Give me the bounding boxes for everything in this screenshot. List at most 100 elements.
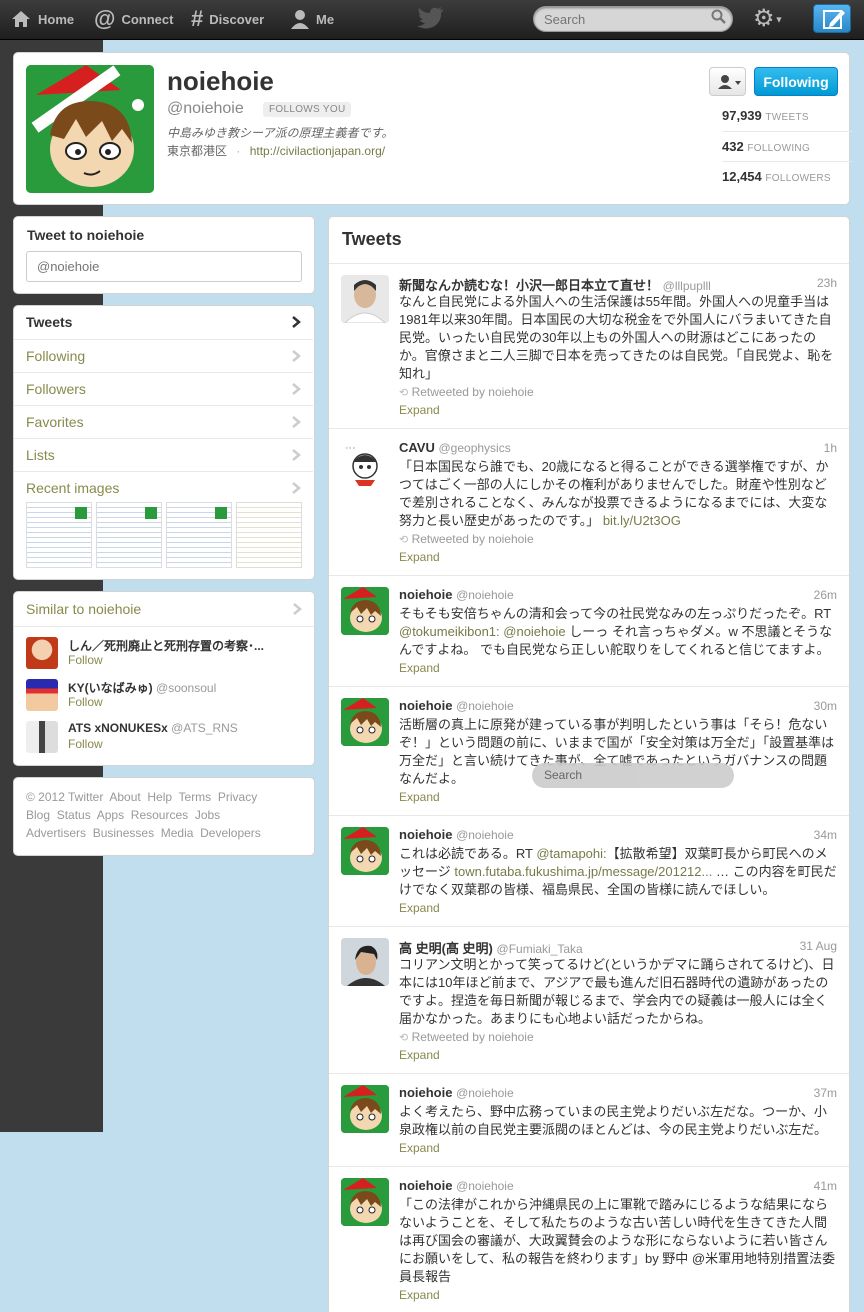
settings-menu[interactable]: ⚙▼ [753,5,793,33]
tweet[interactable]: ◦◦◦ CAVU @geophysics 1h 「日本国民なら誰でも、20歳にな… [329,428,849,575]
similar-title[interactable]: Similar to noiehoie [26,601,141,617]
recent-image-thumb[interactable] [236,502,302,568]
tweet-avatar[interactable] [341,1178,389,1226]
tweet-author[interactable]: 高 史明(髙 史明) @Fumiaki_Taka [399,938,583,957]
recent-image-thumb[interactable] [96,502,162,568]
tweet-to-input[interactable] [26,251,302,282]
similar-avatar[interactable] [26,637,58,669]
tweet-author[interactable]: noiehoie @noiehoie [399,1085,514,1100]
stat-following[interactable]: 432 FOLLOWING [722,139,852,154]
tweet-link[interactable]: bit.ly/U2t3OG [603,513,681,528]
stat-followers[interactable]: 12,454 FOLLOWERS [722,169,852,184]
similar-follow-link[interactable]: Follow [68,695,103,709]
tweet-avatar[interactable] [341,587,389,635]
expand-link[interactable]: Expand [399,550,440,564]
footer-link[interactable]: Status [57,808,91,822]
tweet[interactable]: noiehoie @noiehoie 26m そもそも安倍ちゃんの清和会って今の… [329,575,849,686]
tweet-time[interactable]: 26m [814,588,837,602]
magnifier-icon[interactable] [711,9,727,25]
footer-link[interactable]: Apps [97,808,124,822]
similar-follow-link[interactable]: Follow [68,653,103,667]
footer-link[interactable]: Media [161,826,194,840]
tweet-mention[interactable]: @noiehoie [503,624,565,639]
profile-url[interactable]: http://civilactionjapan.org/ [250,144,385,158]
tweet-author[interactable]: noiehoie @noiehoie [399,1178,514,1193]
hash-icon: # [191,6,204,31]
tweet-mention[interactable]: @tokumeikibon1: [399,624,500,639]
expand-link[interactable]: Expand [399,901,440,915]
footer-link[interactable]: Developers [200,826,261,840]
tweet[interactable]: noiehoie @noiehoie 34m これは必読である。RT @tama… [329,815,849,926]
tweet-author-name: noiehoie [399,587,453,602]
tweet-author[interactable]: noiehoie @noiehoie [399,827,514,842]
nav-home[interactable]: Home [10,0,74,38]
tweet[interactable]: 新聞なんか読むな！小沢一郎日本立て直せ！ @lllpuplll 23h なんと自… [329,263,849,428]
nav-tweets[interactable]: Tweets [14,306,313,339]
search-input[interactable] [533,6,733,32]
tweet-avatar[interactable] [341,827,389,875]
tweet[interactable]: noiehoie @noiehoie 30m 活断層の真上に原発が建っている事が… [329,686,849,815]
nav-followers[interactable]: Followers [14,372,313,405]
tweet-avatar[interactable] [341,938,389,986]
profile-avatar[interactable] [26,65,154,193]
nav-lists[interactable]: Lists [14,438,313,471]
tweet-author[interactable]: noiehoie @noiehoie [399,587,514,602]
person-caret-icon [718,75,741,89]
nav-connect[interactable]: @ Connect [94,0,173,38]
nav-following[interactable]: Following [14,339,313,372]
similar-user-name[interactable]: KY(いなばみゅ) @soonsoul [68,679,216,696]
expand-link[interactable]: Expand [399,1048,440,1062]
tweet-author[interactable]: CAVU @geophysics [399,440,511,455]
footer-link[interactable]: Privacy [218,790,257,804]
tweet-time[interactable]: 1h [824,441,837,455]
tweet-author[interactable]: 新聞なんか読むな！小沢一郎日本立て直せ！ @lllpuplll [399,275,711,294]
recent-image-thumb[interactable] [166,502,232,568]
tweet-mention[interactable]: @tamapohi: [536,846,606,861]
recent-image-thumb[interactable] [26,502,92,568]
similar-user-name[interactable]: しん／死刑廃止と死刑存置の考察･... [68,637,308,654]
footer-link[interactable]: Jobs [195,808,220,822]
expand-link[interactable]: Expand [399,1141,440,1155]
tweet[interactable]: 高 史明(髙 史明) @Fumiaki_Taka 31 Aug コリアン文明とか… [329,926,849,1073]
stat-tweets[interactable]: 97,939 TWEETS [722,108,852,123]
similar-avatar[interactable] [26,679,58,711]
footer-link[interactable]: Advertisers [26,826,86,840]
footer-link[interactable]: Resources [131,808,188,822]
following-button[interactable]: Following [754,67,838,96]
similar-user-name[interactable]: ATS xNONUKESx @ATS_RNS [68,721,238,735]
footer-link[interactable]: Terms [179,790,212,804]
compose-tweet-button[interactable] [813,4,851,33]
footer-link[interactable]: About [109,790,140,804]
tweet-time[interactable]: 23h [817,276,837,290]
similar-follow-link[interactable]: Follow [68,737,103,751]
floating-search-bar[interactable]: Search [532,763,734,788]
tweet-author-handle: @Fumiaki_Taka [496,942,583,956]
similar-avatar[interactable] [26,721,58,753]
nav-recent-images[interactable]: Recent images [14,471,313,579]
tweet-time[interactable]: 37m [814,1086,837,1100]
nav-discover[interactable]: # Discover [191,0,264,38]
tweet-avatar[interactable]: ◦◦◦ [341,440,389,488]
tweet-time[interactable]: 41m [814,1179,837,1193]
expand-link[interactable]: Expand [399,403,440,417]
tweet-avatar[interactable] [341,275,389,323]
tweet-time[interactable]: 30m [814,699,837,713]
tweet-author[interactable]: noiehoie @noiehoie [399,698,514,713]
expand-link[interactable]: Expand [399,1288,440,1302]
tweet-avatar[interactable] [341,1085,389,1133]
tweet[interactable]: noiehoie @noiehoie 41m 「この法律がこれから沖縄県民の上に… [329,1166,849,1312]
nav-me[interactable]: Me [290,0,334,38]
footer-link[interactable]: Help [147,790,172,804]
tweet-time[interactable]: 31 Aug [800,939,837,953]
tweet-avatar[interactable] [341,698,389,746]
footer-link[interactable]: Blog [26,808,50,822]
expand-link[interactable]: Expand [399,790,440,804]
expand-link[interactable]: Expand [399,661,440,675]
footer-card: © 2012 Twitter About Help Terms Privacy … [13,777,315,856]
nav-favorites[interactable]: Favorites [14,405,313,438]
footer-link[interactable]: Businesses [93,826,154,840]
tweet-link[interactable]: town.futaba.fukushima.jp/message/201212.… [454,864,712,879]
user-actions-button[interactable] [709,67,746,96]
tweet[interactable]: noiehoie @noiehoie 37m よく考えたら、野中広務っていまの民… [329,1073,849,1166]
tweet-time[interactable]: 34m [814,828,837,842]
